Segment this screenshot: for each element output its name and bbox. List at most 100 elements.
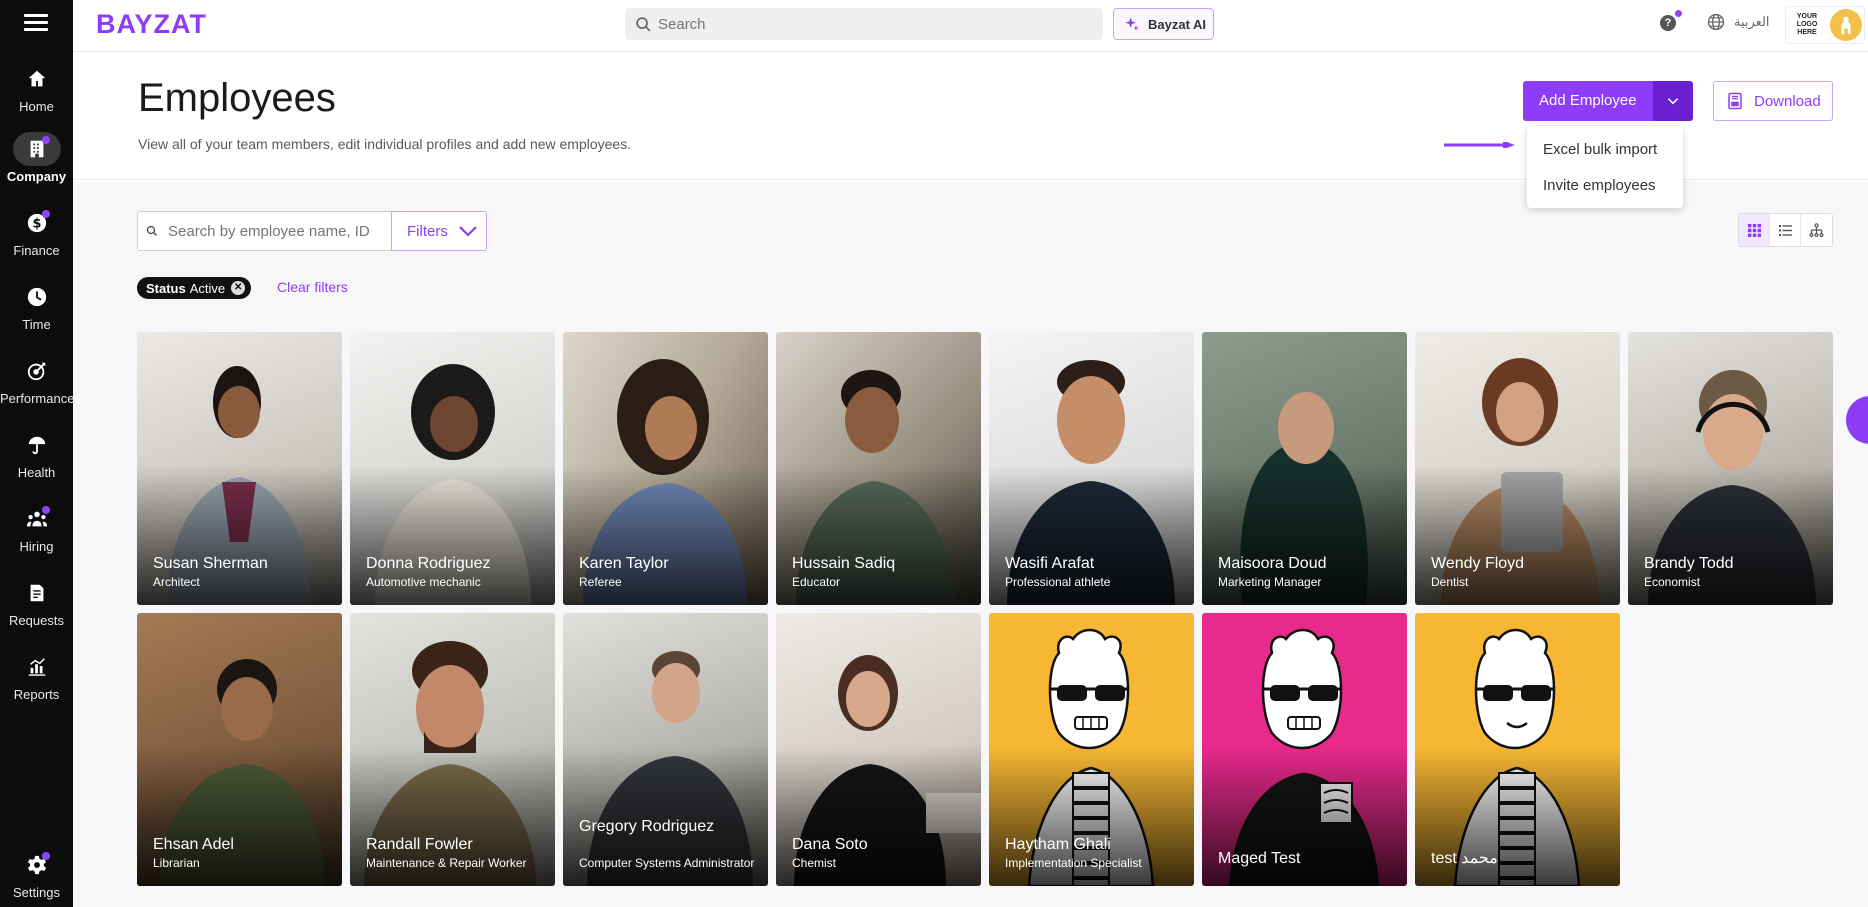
employee-card[interactable]: Randall Fowler Maintenance & Repair Work… xyxy=(350,613,555,886)
sidebar-item-label: Requests xyxy=(9,613,64,628)
sidebar-item-finance[interactable]: $ Finance xyxy=(0,206,73,270)
global-search-input[interactable] xyxy=(658,15,1078,33)
employee-role: Chemist xyxy=(792,856,837,870)
employee-name: test محمد xyxy=(1431,850,1498,867)
chip-value: Active xyxy=(189,280,226,296)
chip-key: Status xyxy=(146,280,186,296)
gear-icon xyxy=(13,848,61,882)
help-icon[interactable]: ? xyxy=(1660,10,1682,31)
employee-card[interactable]: Maged Test xyxy=(1202,613,1407,886)
sidebar-item-health[interactable]: Health xyxy=(0,428,73,492)
employee-role: Economist xyxy=(1644,575,1701,589)
sidebar-item-label: Company xyxy=(6,169,67,184)
employee-name: Karen Taylor xyxy=(579,555,669,572)
sidebar-item-reports[interactable]: Reports xyxy=(0,650,73,714)
employee-card[interactable]: Haytham Ghali Implementation Specialist xyxy=(989,613,1194,886)
bayzat-ai-label: Bayzat AI xyxy=(1148,16,1207,32)
employee-role: Referee xyxy=(579,575,622,589)
sidebar: Home Company $ Finance Time Performance … xyxy=(0,0,75,907)
employee-name: Dana Soto xyxy=(792,836,868,853)
grid-view-button[interactable] xyxy=(1739,214,1770,246)
employee-card[interactable]: test محمد xyxy=(1415,613,1620,886)
employee-name: Wasifi Arafat xyxy=(1005,555,1095,572)
close-icon[interactable]: ✕ xyxy=(231,281,246,295)
list-view-button[interactable] xyxy=(1770,214,1801,246)
employee-card[interactable]: Wasifi Arafat Professional athlete xyxy=(989,332,1194,605)
menu-item-excel-import[interactable]: Excel bulk import xyxy=(1527,132,1683,168)
sidebar-item-time[interactable]: Time xyxy=(0,280,73,344)
employee-card[interactable]: Wendy Floyd Dentist xyxy=(1415,332,1620,605)
globe-icon xyxy=(1707,13,1725,31)
add-employee-button[interactable]: Add Employee xyxy=(1523,81,1653,121)
employee-role: Implementation Specialist xyxy=(1005,856,1142,870)
org-chart-view-button[interactable] xyxy=(1801,214,1832,246)
employee-search-input[interactable] xyxy=(168,222,388,240)
search-icon xyxy=(146,225,157,236)
employee-card[interactable]: Brandy Todd Economist xyxy=(1628,332,1833,605)
app-logo[interactable]: BAYZAT xyxy=(96,9,207,40)
employee-role: Marketing Manager xyxy=(1218,575,1322,589)
person-icon xyxy=(1841,16,1851,35)
employee-card[interactable]: Susan Sherman Architect xyxy=(137,332,342,605)
sidebar-item-label: Time xyxy=(22,317,51,332)
add-employee-dropdown: Excel bulk import Invite employees xyxy=(1527,126,1683,208)
clock-icon xyxy=(13,280,61,314)
employees-content: Filters Status Active ✕ Clear filters Su… xyxy=(73,181,1868,907)
employee-name: Haytham Ghali xyxy=(1005,836,1111,853)
sidebar-item-performance[interactable]: Performance xyxy=(0,354,75,418)
employee-search[interactable] xyxy=(137,211,392,251)
employee-name: Randall Fowler xyxy=(366,836,473,853)
employee-card[interactable]: Ehsan Adel Librarian xyxy=(137,613,342,886)
sidebar-item-label: Performance xyxy=(0,391,75,406)
sidebar-item-label: Hiring xyxy=(19,539,54,554)
employee-role: Maintenance & Repair Worker xyxy=(366,856,527,870)
filters-button[interactable]: Filters xyxy=(391,211,487,251)
employee-card[interactable]: Gregory Rodriguez Computer Systems Admin… xyxy=(563,613,768,886)
notification-dot xyxy=(41,210,50,218)
sidebar-item-settings[interactable]: Settings xyxy=(0,848,73,907)
download-button[interactable]: Download xyxy=(1713,81,1833,121)
bayzat-ai-button[interactable]: Bayzat AI xyxy=(1113,8,1214,40)
clear-filters-link[interactable]: Clear filters xyxy=(277,279,348,295)
page-subtitle: View all of your team members, edit indi… xyxy=(138,136,632,152)
employee-card[interactable]: Donna Rodriguez Automotive mechanic xyxy=(350,332,555,605)
search-icon xyxy=(636,16,651,31)
employee-name: Maisoora Doud xyxy=(1218,555,1327,572)
employee-role: Educator xyxy=(792,575,841,589)
add-employee-split-button: Add Employee xyxy=(1523,81,1693,121)
home-icon xyxy=(13,62,61,96)
status-filter-chip[interactable]: Status Active ✕ xyxy=(137,277,252,299)
employee-role: Dentist xyxy=(1431,575,1469,589)
download-label: Download xyxy=(1754,92,1821,110)
hamburger-menu-icon[interactable] xyxy=(24,14,48,34)
notification-dot xyxy=(41,506,50,514)
menu-item-invite-employees[interactable]: Invite employees xyxy=(1527,168,1683,204)
sidebar-item-hiring[interactable]: Hiring xyxy=(0,502,73,566)
company-profile-menu[interactable]: YOUR LOGO HERE xyxy=(1785,6,1865,44)
filters-label: Filters xyxy=(407,222,448,240)
employee-name: Maged Test xyxy=(1218,850,1301,867)
user-avatar[interactable] xyxy=(1830,9,1862,41)
chevron-down-icon xyxy=(459,226,477,237)
help-label: ? xyxy=(1664,17,1672,29)
sidebar-item-company[interactable]: Company xyxy=(0,132,73,196)
spreadsheet-icon xyxy=(1728,92,1742,110)
sidebar-item-home[interactable]: Home xyxy=(0,62,73,126)
page-title: Employees xyxy=(138,76,336,120)
global-search[interactable] xyxy=(625,8,1103,40)
umbrella-icon xyxy=(13,428,61,462)
chevron-down-icon xyxy=(1667,98,1678,105)
employee-name: Gregory Rodriguez xyxy=(579,818,715,835)
employee-role: Computer Systems Administrator xyxy=(579,856,755,870)
add-employee-menu-toggle[interactable] xyxy=(1652,81,1693,121)
dollar-icon: $ xyxy=(13,206,61,240)
people-icon xyxy=(13,502,61,536)
employee-role: Librarian xyxy=(153,856,200,870)
employee-card[interactable]: Maisoora Doud Marketing Manager xyxy=(1202,332,1407,605)
sidebar-item-requests[interactable]: Requests xyxy=(0,576,73,640)
language-switcher[interactable]: العربية xyxy=(1706,12,1770,32)
employee-card[interactable]: Dana Soto Chemist xyxy=(776,613,981,886)
notification-dot xyxy=(1675,10,1682,17)
employee-card[interactable]: Hussain Sadiq Educator xyxy=(776,332,981,605)
employee-card[interactable]: Karen Taylor Referee xyxy=(563,332,768,605)
